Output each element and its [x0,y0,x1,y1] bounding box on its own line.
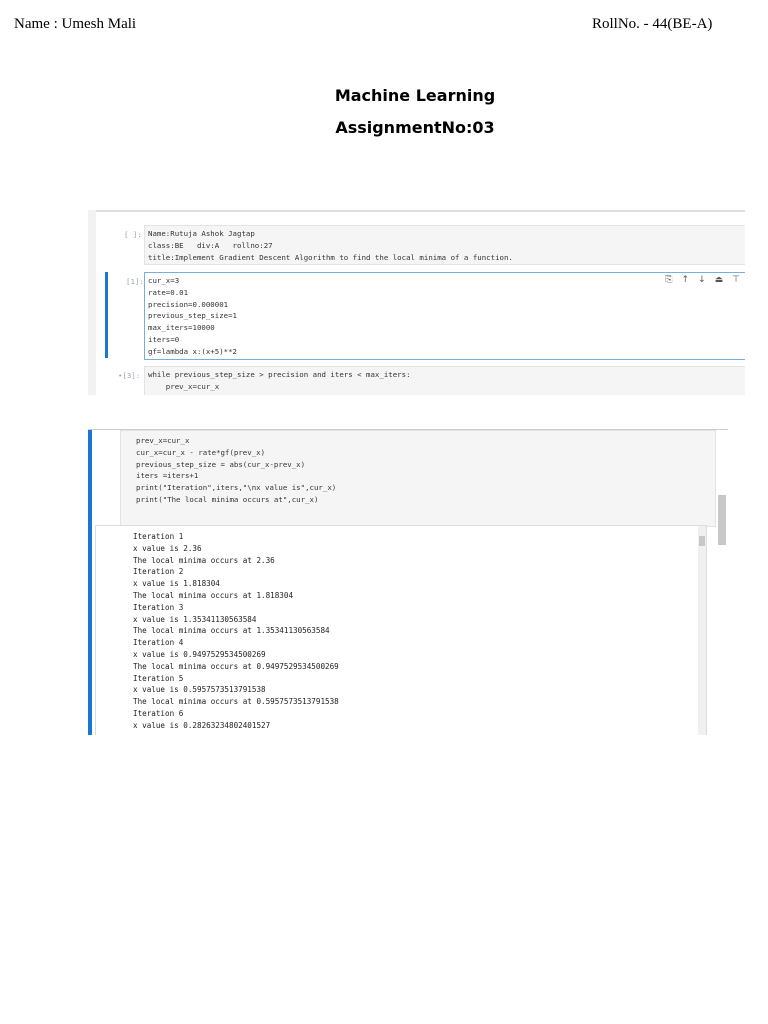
code-line: iters =iters+1 [136,471,199,481]
output-line: Iteration 5 [133,673,184,683]
code-line: prev_x=cur_x [148,381,220,391]
copy-icon[interactable]: ⎘ [665,275,672,285]
text-cell[interactable]: Name:Rutuja Ashok Jagtap class:BE div:A r… [144,225,745,265]
code-line: print("The local minima occurs at",cur_x… [136,494,319,504]
code-line: gf=lambda x:(x+5)**2 [148,346,237,356]
output-line: Iteration 3 [133,602,184,612]
student-name: Name : Umesh Mali [14,16,137,32]
code-lines: prev_x=cur_x cur_x=cur_x - rate*gf(prev_x… [136,435,336,506]
output-area[interactable]: Iteration 1 x value is 2.36 The local mini… [95,525,707,735]
output-line: x value is 2.36 [133,543,202,553]
output-scrollbar[interactable] [698,526,706,735]
code-line: print("Iteration",iters,"\nx value is",c… [136,483,337,493]
output-line: The local minima occurs at 1.818304 [133,590,294,600]
insert-above-icon[interactable]: ⏏ [715,275,724,285]
output-indicator [88,525,92,735]
active-cell-indicator [105,272,108,358]
output-line: x value is 1.35341130563584 [133,614,257,624]
output-line: The local minima occurs at 2.36 [133,555,275,565]
output-line: x value is 0.28263234802401527 [133,720,271,730]
code-lines: while previous_step_size > precision and… [148,369,411,393]
code-line: prev_x=cur_x [136,436,190,445]
course-title: Machine Learning [334,86,496,105]
assignment-number: AssignmentNo:03 [335,118,495,137]
code-lines: cur_x=3 rate=0.01 precision=0.000001 previo… [148,275,237,358]
code-line: previous_step_size = abs(cur_x-prev_x) [136,459,306,469]
code-cell-loop-body[interactable]: prev_x=cur_x cur_x=cur_x - rate*gf(prev_x… [120,430,716,527]
document-page: Name : Umesh Mali RollNo. - 44(BE-A) Mac… [0,0,768,1024]
arrow-down-icon[interactable]: ↓ [698,275,706,285]
cell-toolbar: ⎘ ↑ ↓ ⏏ ⊤ [656,275,740,285]
code-line: rate=0.01 [148,287,189,297]
output-line: x value is 1.818304 [133,579,220,589]
notebook-screenshot-1: [ ]: Name:Rutuja Ashok Jagtap class:BE di… [88,210,745,395]
code-lines: Name:Rutuja Ashok Jagtap class:BE div:A r… [148,228,513,263]
roll-number: RollNo. - 44(BE-A) [592,16,713,32]
code-line: while previous_step_size > precision and… [148,370,411,379]
code-line: iters=0 [148,334,180,344]
output-line: Iteration 4 [133,638,184,648]
code-line: Name:Rutuja Ashok Jagtap [148,229,255,238]
code-line: precision=0.000001 [148,299,229,309]
output-line: Iteration 1 [133,532,184,541]
code-cell-loop[interactable]: while previous_step_size > precision and… [144,366,745,395]
insert-below-icon[interactable]: ⊤ [732,275,740,285]
code-line: cur_x=cur_x - rate*gf(prev_x) [136,447,266,457]
notebook-screenshot-2: prev_x=cur_x cur_x=cur_x - rate*gf(prev_x… [88,425,728,735]
code-line: title:Implement Gradient Descent Algorit… [148,252,513,262]
output-line: The local minima occurs at 0.94975295345… [133,661,339,671]
code-line: previous_step_size=1 [148,311,237,321]
code-cell-init[interactable]: cur_x=3 rate=0.01 precision=0.000001 previo… [144,272,745,360]
page-scrollbar-thumb[interactable] [718,495,726,545]
cell-prompt: [1]: [126,277,144,286]
output-line: x value is 0.9497529534500269 [133,649,266,659]
code-line: cur_x=3 [148,276,180,285]
output-line: Iteration 2 [133,567,184,577]
output-lines: Iteration 1 x value is 2.36 The local mini… [133,531,339,732]
arrow-up-icon[interactable]: ↑ [682,275,690,285]
cell-prompt: •[3]: [118,371,141,380]
output-line: The local minima occurs at 1.35341130563… [133,626,330,636]
output-line: Iteration 6 [133,708,184,718]
output-line: x value is 0.5957573513791538 [133,685,266,695]
code-line: max_iters=10000 [148,323,215,333]
output-line: The local minima occurs at 0.59575735137… [133,697,339,707]
cell-prompt: [ ]: [124,230,142,239]
cell-indicator [88,430,92,525]
code-line: class:BE div:A rollno:27 [148,240,273,250]
